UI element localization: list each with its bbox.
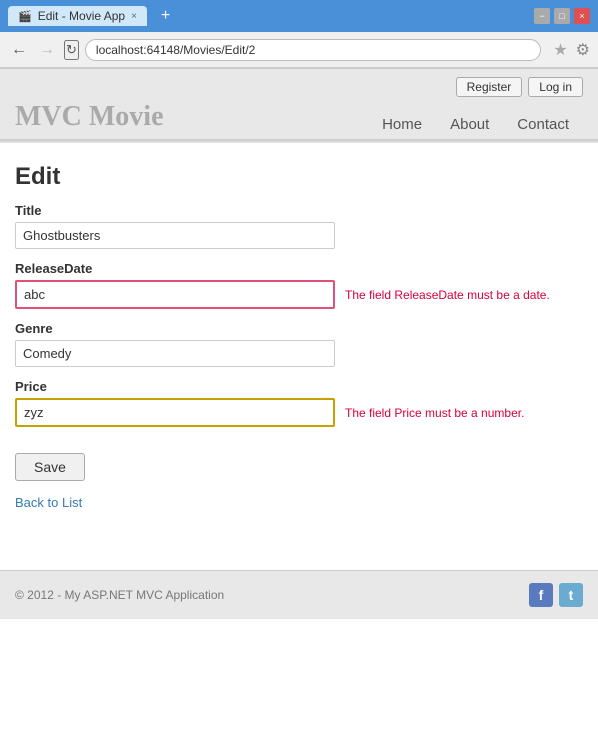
release-date-row: The field ReleaseDate must be a date.	[15, 280, 583, 309]
release-date-error: The field ReleaseDate must be a date.	[345, 288, 550, 302]
nav-about[interactable]: About	[436, 110, 503, 139]
back-link-area: Back to List	[15, 481, 583, 510]
app-header: Register Log in MVC Movie Home About Con…	[0, 69, 598, 140]
price-label: Price	[15, 379, 583, 394]
nav-contact[interactable]: Contact	[503, 110, 583, 139]
save-button[interactable]: Save	[15, 453, 85, 481]
nav-home[interactable]: Home	[368, 110, 436, 139]
twitter-icon[interactable]: t	[559, 583, 583, 607]
genre-input[interactable]	[15, 340, 335, 367]
minimize-button[interactable]: −	[534, 8, 550, 24]
footer-text: © 2012 - My ASP.NET MVC Application	[15, 588, 224, 602]
bookmark-icon[interactable]: ★	[553, 40, 567, 60]
price-error: The field Price must be a number.	[345, 406, 524, 420]
back-to-list-link[interactable]: Back to List	[15, 495, 82, 510]
title-bar: 🎬 Edit - Movie App × + − □ ×	[0, 0, 598, 32]
new-tab-button[interactable]: +	[155, 5, 176, 27]
price-field-group: Price The field Price must be a number.	[15, 379, 583, 427]
forward-browser-button[interactable]: →	[36, 41, 58, 59]
genre-row	[15, 340, 583, 367]
price-row: The field Price must be a number.	[15, 398, 583, 427]
tab-icon: 🎬	[18, 10, 32, 23]
main-content: Edit Title ReleaseDate The field Release…	[0, 143, 598, 530]
app-title: MVC Movie	[15, 101, 368, 139]
maximize-button[interactable]: □	[554, 8, 570, 24]
release-date-input[interactable]	[15, 280, 335, 309]
nav-links: Home About Contact	[368, 110, 583, 139]
app-footer: © 2012 - My ASP.NET MVC Application f t	[0, 570, 598, 619]
release-date-field-group: ReleaseDate The field ReleaseDate must b…	[15, 261, 583, 309]
release-date-label: ReleaseDate	[15, 261, 583, 276]
price-input[interactable]	[15, 398, 335, 427]
title-label: Title	[15, 203, 583, 218]
address-bar[interactable]: localhost:64148/Movies/Edit/2	[85, 39, 541, 61]
facebook-icon[interactable]: f	[529, 583, 553, 607]
page-title: Edit	[15, 163, 583, 191]
login-button[interactable]: Log in	[528, 77, 583, 97]
browser-nav-bar: ← → ↻ localhost:64148/Movies/Edit/2 ★ ⚙	[0, 32, 598, 68]
app-nav: MVC Movie Home About Contact	[15, 101, 583, 139]
url-text: localhost:64148/Movies/Edit/2	[96, 43, 255, 57]
settings-icon[interactable]: ⚙	[576, 40, 590, 60]
window-controls: − □ ×	[534, 8, 590, 24]
browser-chrome: 🎬 Edit - Movie App × + − □ × ← → ↻ local…	[0, 0, 598, 69]
title-field-group: Title	[15, 203, 583, 249]
page: Register Log in MVC Movie Home About Con…	[0, 69, 598, 649]
tab-close-icon[interactable]: ×	[131, 11, 137, 22]
back-browser-button[interactable]: ←	[8, 41, 30, 59]
title-input[interactable]	[15, 222, 335, 249]
title-row	[15, 222, 583, 249]
reload-button[interactable]: ↻	[64, 40, 79, 60]
close-button[interactable]: ×	[574, 8, 590, 24]
tab-title: Edit - Movie App	[38, 9, 125, 23]
register-button[interactable]: Register	[456, 77, 523, 97]
genre-field-group: Genre	[15, 321, 583, 367]
genre-label: Genre	[15, 321, 583, 336]
header-auth-area: Register Log in	[15, 77, 583, 101]
browser-tab[interactable]: 🎬 Edit - Movie App ×	[8, 6, 147, 26]
footer-social-icons: f t	[529, 583, 583, 607]
